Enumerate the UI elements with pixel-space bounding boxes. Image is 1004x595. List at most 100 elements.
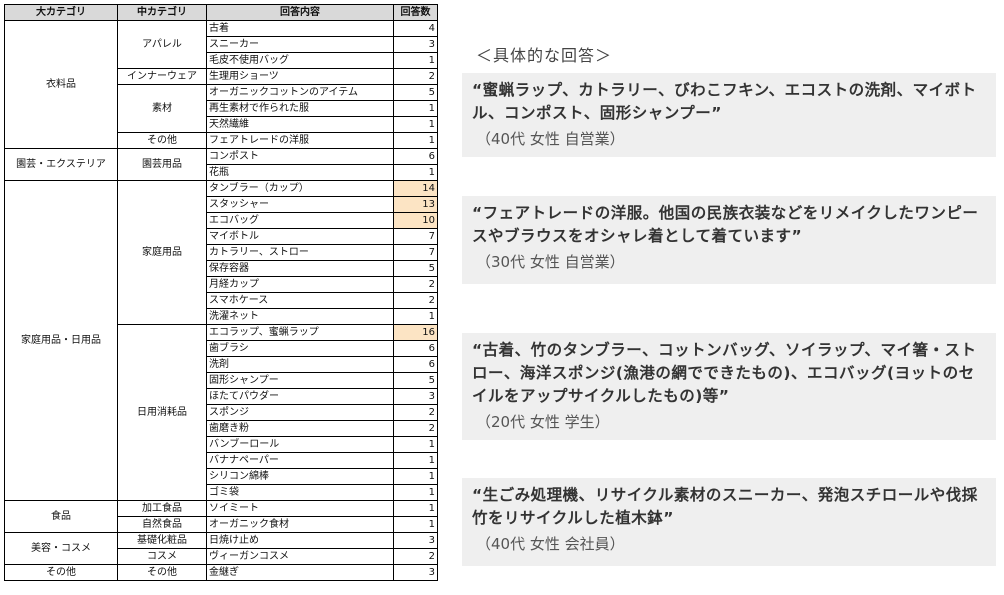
major-category-cell: 家庭用品・日用品 (4, 180, 118, 501)
table-row: 衣料品 アパレル 古着 4 (4, 20, 438, 149)
answer-cell: ソイミート (206, 500, 394, 517)
header-answer: 回答内容 (206, 4, 394, 21)
count-cell: 1 (393, 516, 438, 533)
answer-cell: 歯磨き粉 (206, 420, 394, 437)
count-cell: 14 (393, 180, 438, 197)
quote-card: “蜜蝋ラップ、カトラリー、びわこフキン、エコストの洗剤、マイボトル、コンポスト、… (462, 73, 996, 157)
count-cell: 2 (393, 404, 438, 421)
count-cell: 1 (393, 436, 438, 453)
count-cell: 16 (393, 324, 438, 341)
answer-cell: 古着 (206, 20, 394, 37)
answer-cell: スタッシャー (206, 196, 394, 213)
answer-cell: 固形シャンプー (206, 372, 394, 389)
quote-card: “フェアトレードの洋服。他国の民族衣装などをリメイクしたワンピースやブラウスをオ… (462, 196, 996, 284)
count-cell: 1 (393, 116, 438, 133)
quote-text: “フェアトレードの洋服。他国の民族衣装などをリメイクしたワンピースやブラウスをオ… (472, 204, 979, 245)
table-row: 美容・コスメ 基礎化粧品 日焼け止め 3 (4, 532, 438, 565)
quote-text: “古着、竹のタンブラー、コットンバッグ、ソイラップ、マイ箸・ストロー、海洋スポン… (472, 341, 977, 405)
quote-text: “生ごみ処理機、リサイクル素材のスニーカー、発泡スチロールや伐採竹をリサイクルし… (472, 486, 978, 527)
count-cell: 1 (393, 132, 438, 149)
answer-cell: バンブーロール (206, 436, 394, 453)
header-count: 回答数 (393, 4, 438, 21)
answer-cell: 洗濯ネット (206, 308, 394, 325)
mid-category-cell: 園芸用品 (117, 148, 207, 181)
quote-attribution: （40代 女性 自営業） (476, 130, 625, 148)
table-row: その他 その他 金継ぎ 3 (4, 564, 438, 581)
header-mid-category: 中カテゴリ (117, 4, 207, 21)
answer-cell: エコバッグ (206, 212, 394, 229)
major-category-cell: 美容・コスメ (4, 532, 118, 565)
answer-cell: マイボトル (206, 228, 394, 245)
table-row: 食品 加工食品 ソイミート 1 (4, 500, 438, 533)
count-cell: 1 (393, 468, 438, 485)
major-category-cell: 食品 (4, 500, 118, 533)
major-category-cell: その他 (4, 564, 118, 581)
mid-category-cell: 日用消耗品 (117, 324, 207, 501)
mid-category-cell: 基礎化粧品 (117, 532, 207, 549)
count-cell: 1 (393, 308, 438, 325)
count-cell: 1 (393, 484, 438, 501)
count-cell: 5 (393, 84, 438, 101)
mid-category-cell: アパレル (117, 20, 207, 69)
count-cell: 2 (393, 292, 438, 309)
count-cell: 2 (393, 420, 438, 437)
count-cell: 3 (393, 532, 438, 549)
count-cell: 13 (393, 196, 438, 213)
quote-attribution: （40代 女性 会社員） (476, 535, 625, 553)
count-cell: 1 (393, 164, 438, 181)
mid-category-cell: 家庭用品 (117, 180, 207, 325)
mid-category-cell: 加工食品 (117, 500, 207, 517)
count-cell: 7 (393, 244, 438, 261)
quote-card: “古着、竹のタンブラー、コットンバッグ、ソイラップ、マイ箸・ストロー、海洋スポン… (462, 333, 996, 440)
count-cell: 1 (393, 52, 438, 69)
count-cell: 1 (393, 100, 438, 117)
answer-cell: 金継ぎ (206, 564, 394, 581)
quotes-panel: ＜具体的な回答＞ “蜜蝋ラップ、カトラリー、びわこフキン、エコストの洗剤、マイボ… (462, 0, 996, 595)
answer-cell: 毛皮不使用バッグ (206, 52, 394, 69)
count-cell: 2 (393, 548, 438, 565)
answer-cell: 天然繊維 (206, 116, 394, 133)
quote-card: “生ごみ処理機、リサイクル素材のスニーカー、発泡スチロールや伐採竹をリサイクルし… (462, 478, 996, 566)
answer-cell: ゴミ袋 (206, 484, 394, 501)
answer-cell: ヴィーガンコスメ (206, 548, 394, 565)
answer-cell: バナナペーパー (206, 452, 394, 469)
answer-cell: コンポスト (206, 148, 394, 165)
count-cell: 4 (393, 20, 438, 37)
mid-category-cell: 自然食品 (117, 516, 207, 533)
answer-cell: 生理用ショーツ (206, 68, 394, 85)
answer-cell: オーガニック食材 (206, 516, 394, 533)
count-cell: 2 (393, 68, 438, 85)
count-cell: 6 (393, 340, 438, 357)
answer-cell: スニーカー (206, 36, 394, 53)
answer-cell: スマホケース (206, 292, 394, 309)
answer-cell: 再生素材で作られた服 (206, 100, 394, 117)
table-header-row: 大カテゴリ 中カテゴリ 回答内容 回答数 (4, 4, 438, 21)
answer-cell: 月経カップ (206, 276, 394, 293)
survey-table: 大カテゴリ 中カテゴリ 回答内容 回答数 衣料品 アパレル 古着 4 スニーカー 3 毛皮不… (4, 4, 438, 581)
answer-cell: 花瓶 (206, 164, 394, 181)
answer-cell: カトラリー、ストロー (206, 244, 394, 261)
answer-cell: フェアトレードの洋服 (206, 132, 394, 149)
quote-attribution: （20代 女性 学生） (476, 413, 610, 431)
table-row: 家庭用品・日用品 家庭用品 タンブラー（カップ） 14 (4, 180, 438, 501)
mid-category-cell: その他 (117, 564, 207, 581)
mid-category-cell: 素材 (117, 84, 207, 133)
major-category-cell: 園芸・エクステリア (4, 148, 118, 181)
answer-cell: エコラップ、蜜蝋ラップ (206, 324, 394, 341)
answer-cell: 歯ブラシ (206, 340, 394, 357)
answer-cell: 日焼け止め (206, 532, 394, 549)
quote-attribution: （30代 女性 自営業） (476, 253, 625, 271)
count-cell: 3 (393, 36, 438, 53)
table-body: 衣料品 アパレル 古着 4 スニーカー 3 毛皮不使用バッグ 1 インナーウェア 生理用ショーツ 2… (4, 20, 438, 581)
mid-category-cell: コスメ (117, 548, 207, 565)
answer-cell: 保存容器 (206, 260, 394, 277)
answer-cell: スポンジ (206, 404, 394, 421)
count-cell: 5 (393, 260, 438, 277)
mid-category-cell: その他 (117, 132, 207, 149)
table-row: 園芸・エクステリア 園芸用品 コンポスト 6 (4, 148, 438, 181)
answer-cell: ほたてパウダー (206, 388, 394, 405)
answer-cell: シリコン綿棒 (206, 468, 394, 485)
count-cell: 5 (393, 372, 438, 389)
header-major-category: 大カテゴリ (4, 4, 118, 21)
count-cell: 1 (393, 452, 438, 469)
